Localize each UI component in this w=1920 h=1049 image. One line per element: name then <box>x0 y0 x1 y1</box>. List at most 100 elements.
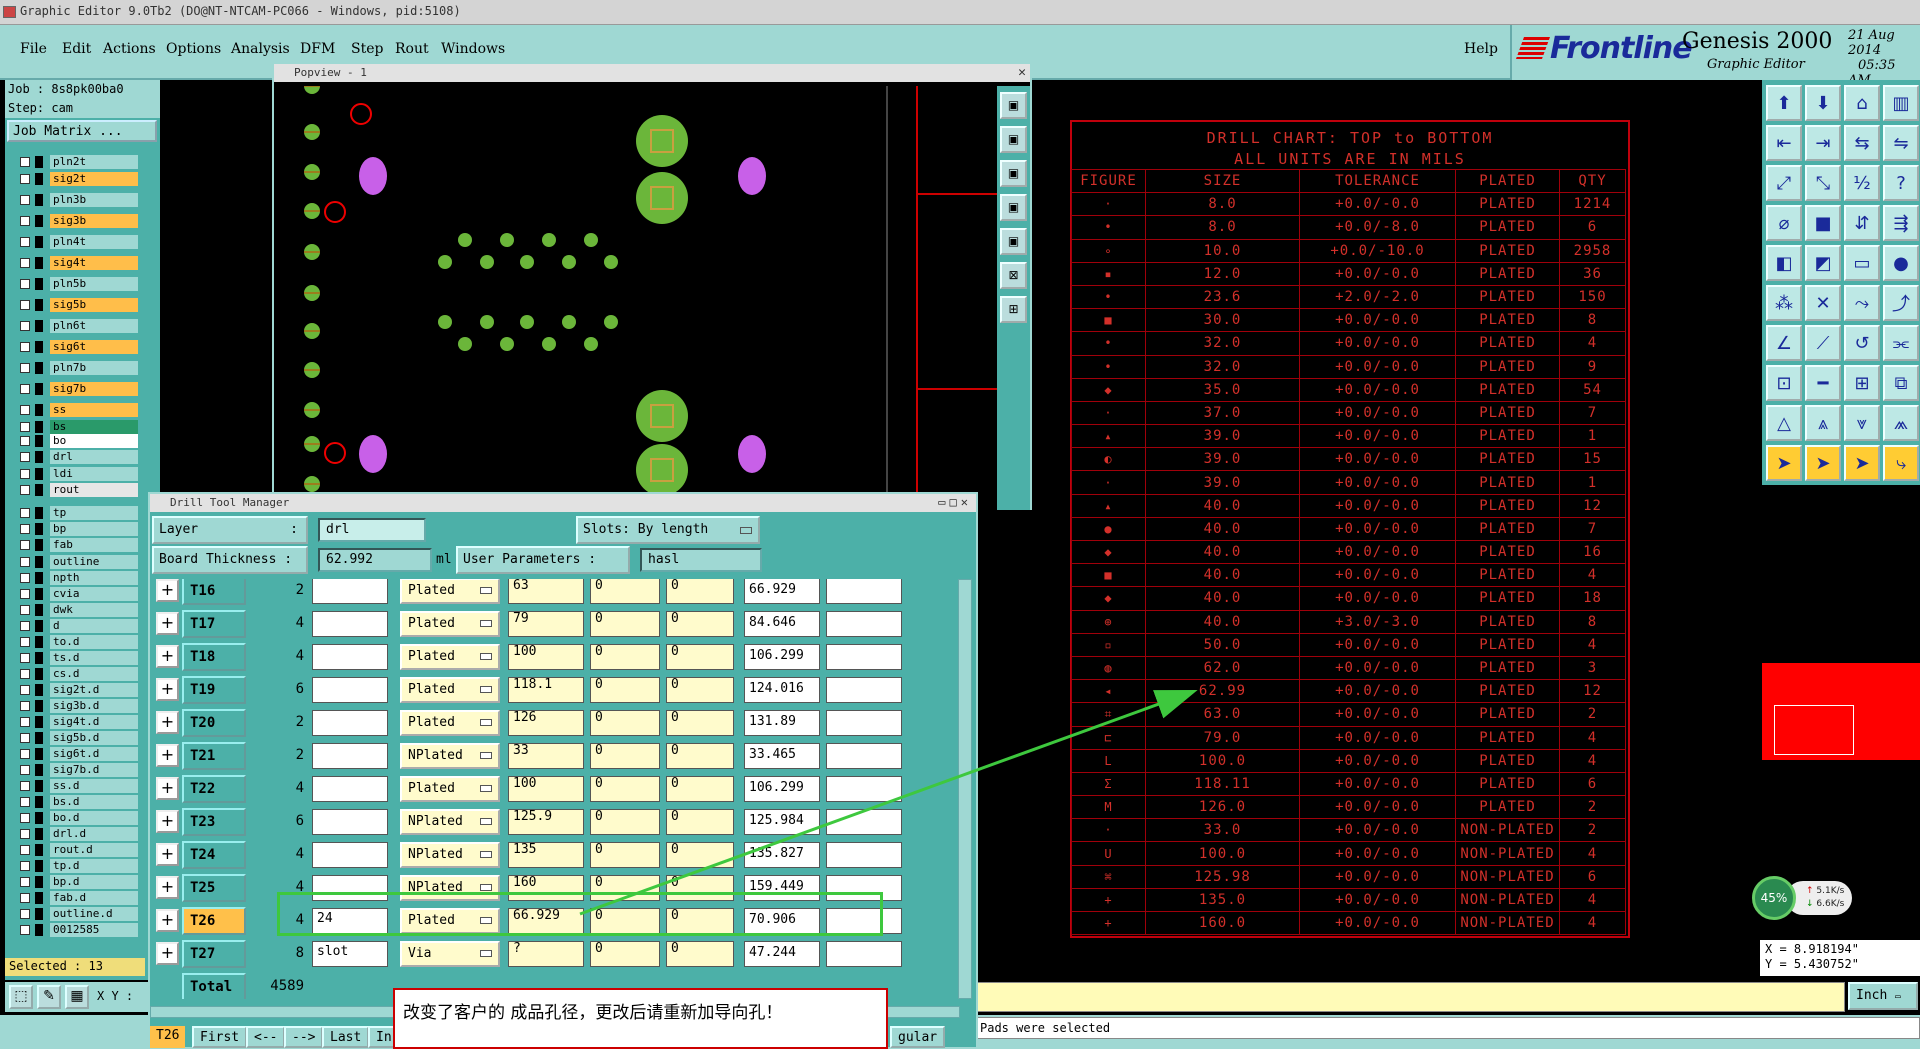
clone-icon[interactable]: ⧉ <box>1883 365 1919 401</box>
layer-row[interactable]: pln4t <box>10 235 138 250</box>
finish-size-field[interactable]: 100 <box>508 776 584 802</box>
tool-name[interactable]: T21 <box>182 742 246 770</box>
layer-checkbox[interactable] <box>20 436 30 446</box>
layer-row[interactable]: sig3b.d <box>10 699 138 714</box>
layer-checkbox[interactable] <box>20 174 30 184</box>
expand-icon[interactable]: + <box>156 678 179 701</box>
command-input[interactable] <box>975 982 1845 1012</box>
tool-name[interactable]: T26 <box>182 907 246 935</box>
user-parameters-field[interactable]: hasl <box>640 548 762 572</box>
layer-row[interactable]: fab.d <box>10 891 138 906</box>
sort-icon[interactable]: ⇵ <box>1844 205 1880 241</box>
route-icon[interactable]: ⤳ <box>1844 285 1880 321</box>
tool-param-field[interactable] <box>312 842 388 868</box>
expand-icon[interactable]: + <box>156 579 179 602</box>
expand-icon[interactable]: + <box>156 645 179 668</box>
tol-minus-field[interactable]: 0 <box>666 611 734 637</box>
menu-actions[interactable]: Actions <box>103 41 156 57</box>
home-icon[interactable]: ⌂ <box>1844 85 1880 121</box>
finish-size-field[interactable]: 79 <box>508 611 584 637</box>
tool-name[interactable]: T24 <box>182 841 246 869</box>
split-icon[interactable]: ⇶ <box>1883 205 1919 241</box>
expand-icon[interactable]: + <box>156 612 179 635</box>
tool-extra-field[interactable] <box>826 710 902 736</box>
layer-checkbox[interactable] <box>20 469 30 479</box>
grid-icon[interactable]: ⊞ <box>1844 365 1880 401</box>
layer-checkbox[interactable] <box>20 384 30 394</box>
layer-checkbox[interactable] <box>20 557 30 567</box>
layer-checkbox[interactable] <box>20 300 30 310</box>
layer-checkbox[interactable] <box>20 797 30 807</box>
layer-checkbox[interactable] <box>20 321 30 331</box>
tool-extra-field[interactable] <box>826 941 902 967</box>
layer-row[interactable]: bs.d <box>10 795 138 810</box>
layer-row[interactable]: rout <box>10 483 138 498</box>
menu-help[interactable]: Help <box>1464 41 1498 57</box>
layer-row[interactable]: bp <box>10 522 138 537</box>
layer-checkbox[interactable] <box>20 637 30 647</box>
layer-row[interactable]: drl.d <box>10 827 138 842</box>
layer-row[interactable]: pln2t <box>10 155 138 170</box>
tool-extra-field[interactable] <box>826 743 902 769</box>
tool-name[interactable]: T27 <box>182 940 246 968</box>
pointer2-icon[interactable]: ➤ <box>1805 445 1841 481</box>
angle-icon[interactable]: ∠ <box>1766 325 1802 361</box>
slots-select[interactable]: Slots: By length <box>576 516 760 544</box>
tol-plus-field[interactable]: 0 <box>590 677 660 703</box>
tol-plus-field[interactable]: 0 <box>590 941 660 967</box>
tool-param-field[interactable] <box>312 710 388 736</box>
shrink-icon[interactable]: ⤡ <box>1805 165 1841 201</box>
line-icon[interactable]: ⟋ <box>1805 325 1841 361</box>
close-icon[interactable]: ✕ <box>961 495 972 509</box>
tol-plus-field[interactable]: 0 <box>590 776 660 802</box>
tool-type-select[interactable]: Plated <box>400 710 500 736</box>
layer-row[interactable]: tp <box>10 506 138 521</box>
tol-plus-field[interactable]: 0 <box>590 842 660 868</box>
layer-row[interactable]: pln6t <box>10 319 138 334</box>
layer-checkbox[interactable] <box>20 540 30 550</box>
layer-row[interactable]: outline <box>10 555 138 570</box>
vertical-scrollbar[interactable] <box>958 579 972 999</box>
tol-minus-field[interactable]: 0 <box>666 644 734 670</box>
layer-checkbox[interactable] <box>20 845 30 855</box>
tool-extra-field[interactable] <box>826 579 902 604</box>
tol-minus-field[interactable]: 0 <box>666 809 734 835</box>
delete-icon[interactable]: ✕ <box>1805 285 1841 321</box>
layer-checkbox[interactable] <box>20 452 30 462</box>
finish-size-field[interactable]: 118.1 <box>508 677 584 703</box>
layer-row[interactable]: rout.d <box>10 843 138 858</box>
layer-row[interactable]: sig5b <box>10 298 138 313</box>
drill-size-field[interactable]: 124.016 <box>744 677 820 703</box>
drill-size-field[interactable]: 106.299 <box>744 644 820 670</box>
layer-checkbox[interactable] <box>20 157 30 167</box>
finish-size-field[interactable]: ? <box>508 941 584 967</box>
tool-extra-field[interactable] <box>826 677 902 703</box>
layer-checkbox[interactable] <box>20 485 30 495</box>
layer-checkbox[interactable] <box>20 621 30 631</box>
tool-up-icon[interactable]: ⬆ <box>1766 85 1802 121</box>
graph-icon[interactable]: ⁂ <box>1766 285 1802 321</box>
menu-analysis[interactable]: Analysis <box>231 41 290 57</box>
layer-row[interactable]: sig4t.d <box>10 715 138 730</box>
measure-icon[interactable]: ⌀ <box>1766 205 1802 241</box>
layer-checkbox[interactable] <box>20 877 30 887</box>
job-matrix-button[interactable]: Job Matrix ... <box>7 120 157 142</box>
circle-icon[interactable]: ● <box>1883 245 1919 281</box>
layer-row[interactable]: 0012585 <box>10 923 138 938</box>
jump-icon[interactable]: ⤴ <box>1883 285 1919 321</box>
close-icon[interactable]: ✕ <box>1018 65 1026 80</box>
overview-map[interactable] <box>1762 663 1920 760</box>
tol-minus-field[interactable]: 0 <box>666 743 734 769</box>
menu-dfm[interactable]: DFM <box>300 41 335 57</box>
help-icon[interactable]: ? <box>1883 165 1919 201</box>
layer-row[interactable]: ss <box>10 403 138 418</box>
rotate-icon[interactable]: ↺ <box>1844 325 1880 361</box>
layer-checkbox[interactable] <box>20 781 30 791</box>
a-shape2-icon[interactable]: ⩔ <box>1844 405 1880 441</box>
snap-icon[interactable]: ⤷ <box>1883 445 1919 481</box>
layer-row[interactable]: drl <box>10 450 138 465</box>
tool-down-icon[interactable]: ⬇ <box>1805 85 1841 121</box>
menu-windows[interactable]: Windows <box>441 41 505 57</box>
expand-icon[interactable]: + <box>156 744 179 767</box>
layer-checkbox[interactable] <box>20 893 30 903</box>
